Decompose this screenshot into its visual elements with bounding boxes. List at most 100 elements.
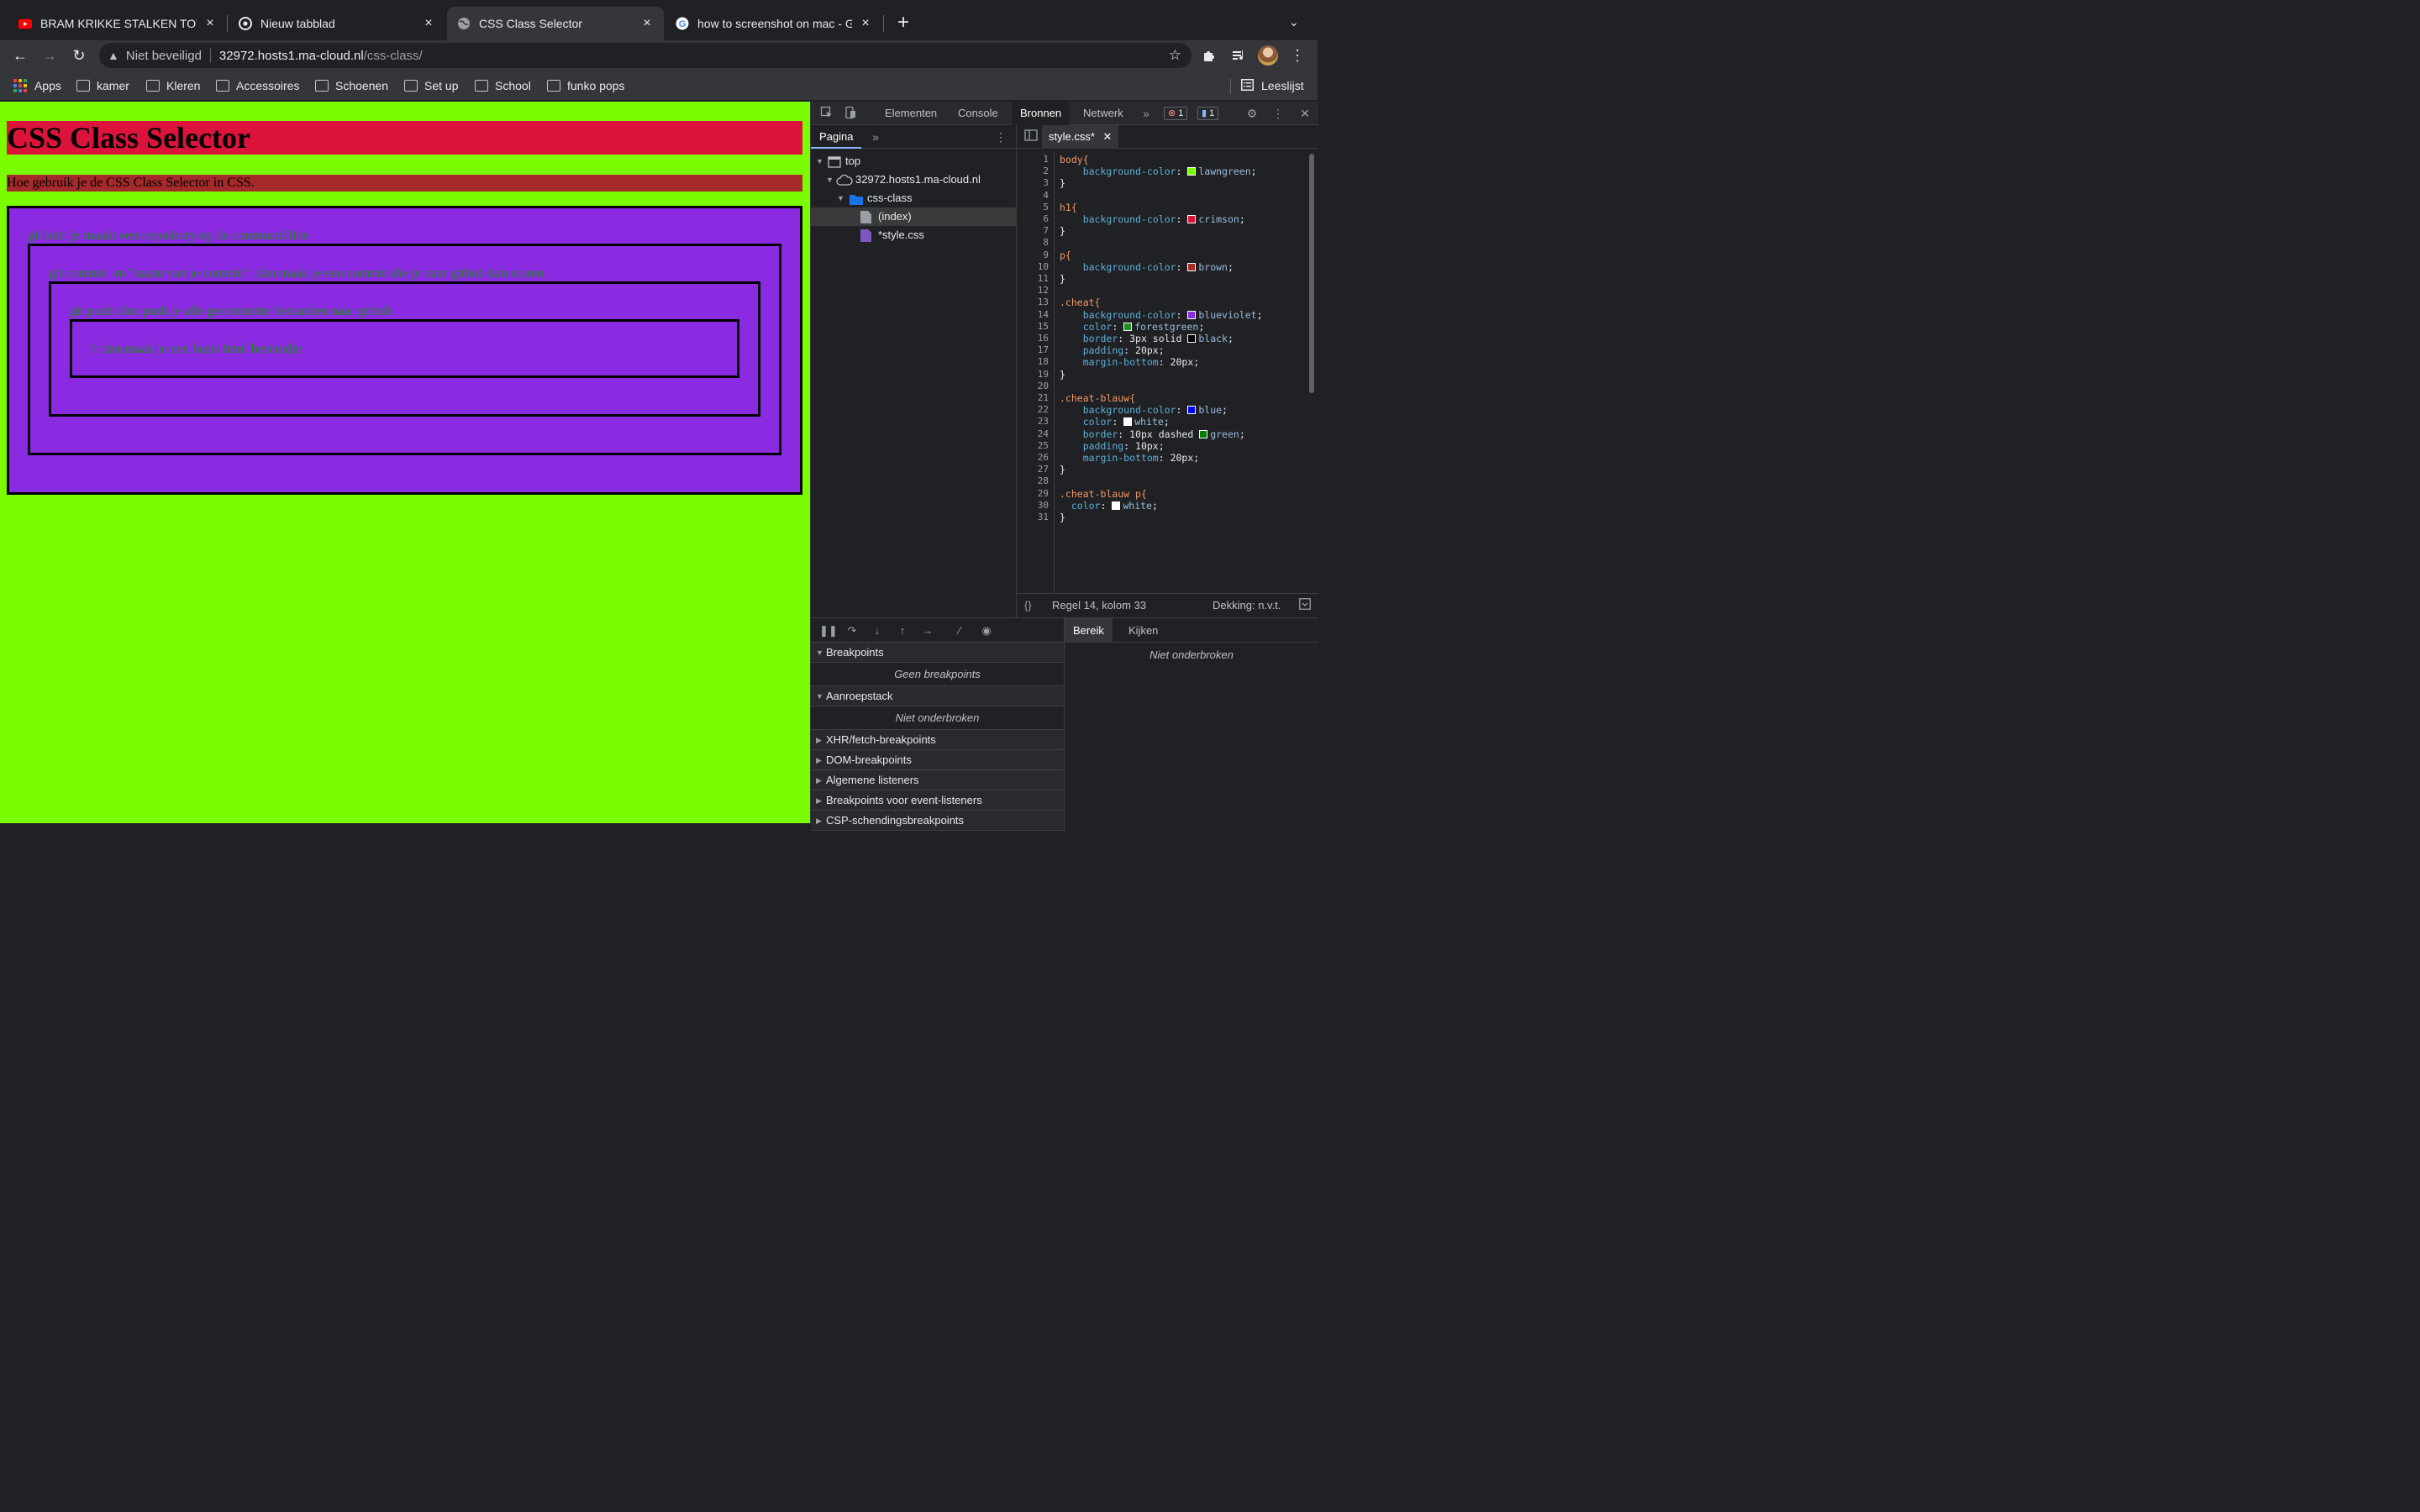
section-event-listener-breakpoints[interactable]: ▶ Breakpoints voor event-listeners — [811, 790, 1065, 811]
close-tab-icon[interactable]: × — [422, 17, 435, 30]
warning-icon[interactable]: ▲ — [108, 49, 119, 62]
error-count-badge[interactable]: ⊗ 1 — [1164, 107, 1188, 120]
line-number[interactable]: 5 — [1043, 202, 1049, 213]
collapsed-triangle-icon[interactable]: ▶ — [816, 790, 822, 811]
section-dom-breakpoints[interactable]: ▶ DOM-breakpoints — [811, 750, 1065, 770]
line-number[interactable]: 23 — [1038, 416, 1049, 428]
code-line[interactable]: background-color: blueviolet; — [1060, 309, 1263, 321]
address-bar[interactable]: ▲ Niet beveiligd 32972.hosts1.ma-cloud.n… — [99, 43, 1192, 68]
code-line[interactable]: background-color: brown; — [1060, 261, 1234, 273]
code-line[interactable]: margin-bottom: 20px; — [1060, 452, 1200, 464]
forward-button[interactable]: → — [39, 45, 60, 66]
color-swatch-icon[interactable] — [1112, 501, 1121, 510]
line-number[interactable]: 24 — [1038, 428, 1049, 440]
more-navigator-tabs-icon[interactable]: » — [868, 129, 883, 144]
expand-triangle-icon[interactable]: ▼ — [816, 686, 823, 706]
color-swatch-icon[interactable] — [1123, 417, 1133, 427]
new-tab-button[interactable]: + — [894, 13, 913, 33]
code-line[interactable]: background-color: blue; — [1060, 404, 1228, 416]
tree-item-style-css[interactable]: *style.css — [811, 226, 1017, 244]
code-line[interactable]: background-color: lawngreen; — [1060, 165, 1257, 177]
line-number[interactable]: 4 — [1043, 190, 1049, 202]
line-number[interactable]: 22 — [1038, 404, 1049, 416]
pause-icon[interactable]: ❚❚ — [819, 623, 838, 638]
collapsed-triangle-icon[interactable]: ▶ — [816, 730, 822, 750]
code-line[interactable]: padding: 20px; — [1060, 344, 1165, 356]
extensions-puzzle-icon[interactable] — [1198, 45, 1220, 66]
message-count-badge[interactable]: ▮ 1 — [1197, 107, 1219, 120]
line-number[interactable]: 20 — [1038, 381, 1049, 392]
reading-list-button[interactable]: Leeslijst — [1241, 78, 1304, 93]
close-file-icon[interactable]: ✕ — [1103, 130, 1113, 143]
devtools-tab-network[interactable]: Netwerk — [1075, 102, 1132, 125]
tab-watch[interactable]: Kijken — [1120, 618, 1166, 643]
code-line[interactable]: color: forestgreen; — [1060, 321, 1205, 333]
bookmark-folder-set-up[interactable]: Set up — [404, 78, 458, 93]
line-number[interactable]: 2 — [1043, 165, 1049, 177]
reload-button[interactable]: ↻ — [68, 45, 90, 66]
code-line[interactable]: body{ — [1060, 154, 1089, 165]
tab-youtube[interactable]: BRAM KRIKKE STALKEN TOT IN × — [8, 7, 227, 40]
color-swatch-icon[interactable] — [1187, 310, 1197, 319]
line-number[interactable]: 1 — [1043, 154, 1049, 165]
settings-gear-icon[interactable]: ⚙ — [1244, 106, 1260, 121]
tree-item-domain[interactable]: ▼ 32972.hosts1.ma-cloud.nl — [811, 171, 1017, 189]
line-number[interactable]: 3 — [1043, 177, 1049, 189]
line-number[interactable]: 25 — [1038, 440, 1049, 452]
step-into-icon[interactable]: ↓ — [870, 623, 885, 638]
step-out-icon[interactable]: ↑ — [895, 623, 910, 638]
line-number[interactable]: 7 — [1043, 225, 1049, 237]
tab-search-chevron-icon[interactable]: ⌄ — [1289, 15, 1299, 29]
line-number[interactable]: 21 — [1038, 392, 1049, 404]
bookmark-folder-kleren[interactable]: Kleren — [146, 78, 200, 93]
line-number[interactable]: 13 — [1038, 297, 1049, 308]
pause-on-exceptions-icon[interactable]: ◉ — [979, 623, 994, 638]
section-callstack[interactable]: ▼ Aanroepstack — [811, 686, 1065, 706]
code-line[interactable]: margin-bottom: 20px; — [1060, 356, 1200, 368]
bookmark-folder-kamer[interactable]: kamer — [76, 78, 129, 93]
bookmark-apps[interactable]: Apps — [13, 78, 61, 93]
expand-triangle-icon[interactable]: ▼ — [816, 152, 824, 171]
color-swatch-icon[interactable] — [1199, 429, 1208, 438]
devtools-tab-console[interactable]: Console — [950, 102, 1007, 125]
code-line[interactable]: border: 3px solid black; — [1060, 333, 1234, 344]
step-over-icon[interactable]: ↷ — [844, 623, 860, 638]
line-number[interactable]: 27 — [1038, 464, 1049, 475]
code-line[interactable]: .cheat-blauw{ — [1060, 392, 1135, 404]
code-line[interactable]: } — [1060, 273, 1065, 285]
line-number[interactable]: 6 — [1043, 213, 1049, 225]
media-control-icon[interactable] — [1228, 45, 1249, 66]
line-number[interactable]: 16 — [1038, 333, 1049, 344]
collapsed-triangle-icon[interactable]: ▶ — [816, 770, 822, 790]
code-line[interactable]: .cheat-blauw p{ — [1060, 488, 1147, 500]
line-number[interactable]: 19 — [1038, 369, 1049, 381]
line-number[interactable]: 8 — [1043, 237, 1049, 249]
navigator-tab-page[interactable]: Pagina — [811, 125, 862, 149]
security-label[interactable]: Niet beveiligd — [126, 49, 202, 63]
devtools-tab-sources[interactable]: Bronnen — [1012, 102, 1071, 125]
close-tab-icon[interactable]: × — [859, 17, 872, 30]
close-tab-icon[interactable]: × — [640, 17, 654, 30]
bookmark-folder-funko-pops[interactable]: funko pops — [547, 78, 625, 93]
code-line[interactable]: color: white; — [1060, 500, 1158, 512]
code-line[interactable]: } — [1060, 464, 1065, 475]
line-number[interactable]: 31 — [1038, 512, 1049, 523]
code-line[interactable]: } — [1060, 512, 1065, 523]
pretty-print-icon[interactable]: {} — [1024, 594, 1032, 617]
expand-triangle-icon[interactable]: ▼ — [826, 171, 834, 189]
color-swatch-icon[interactable] — [1187, 215, 1197, 223]
color-swatch-icon[interactable] — [1187, 406, 1197, 415]
color-swatch-icon[interactable] — [1187, 334, 1197, 343]
collapsed-triangle-icon[interactable]: ▶ — [816, 811, 822, 831]
line-number[interactable]: 30 — [1038, 500, 1049, 512]
section-csp-breakpoints[interactable]: ▶ CSP-schendingsbreakpoints — [811, 811, 1065, 831]
line-number[interactable]: 26 — [1038, 452, 1049, 464]
tab-scope[interactable]: Bereik — [1065, 618, 1113, 643]
device-toolbar-icon[interactable] — [843, 106, 858, 121]
line-number[interactable]: 14 — [1038, 309, 1049, 321]
close-tab-icon[interactable]: × — [203, 17, 217, 30]
tab-google-search[interactable]: G how to screenshot on mac - Go × — [666, 7, 882, 40]
more-tabs-chevron-icon[interactable]: » — [1139, 106, 1154, 121]
bookmark-star-icon[interactable]: ☆ — [1169, 47, 1181, 64]
deactivate-breakpoints-icon[interactable]: ⁄ — [952, 623, 967, 638]
